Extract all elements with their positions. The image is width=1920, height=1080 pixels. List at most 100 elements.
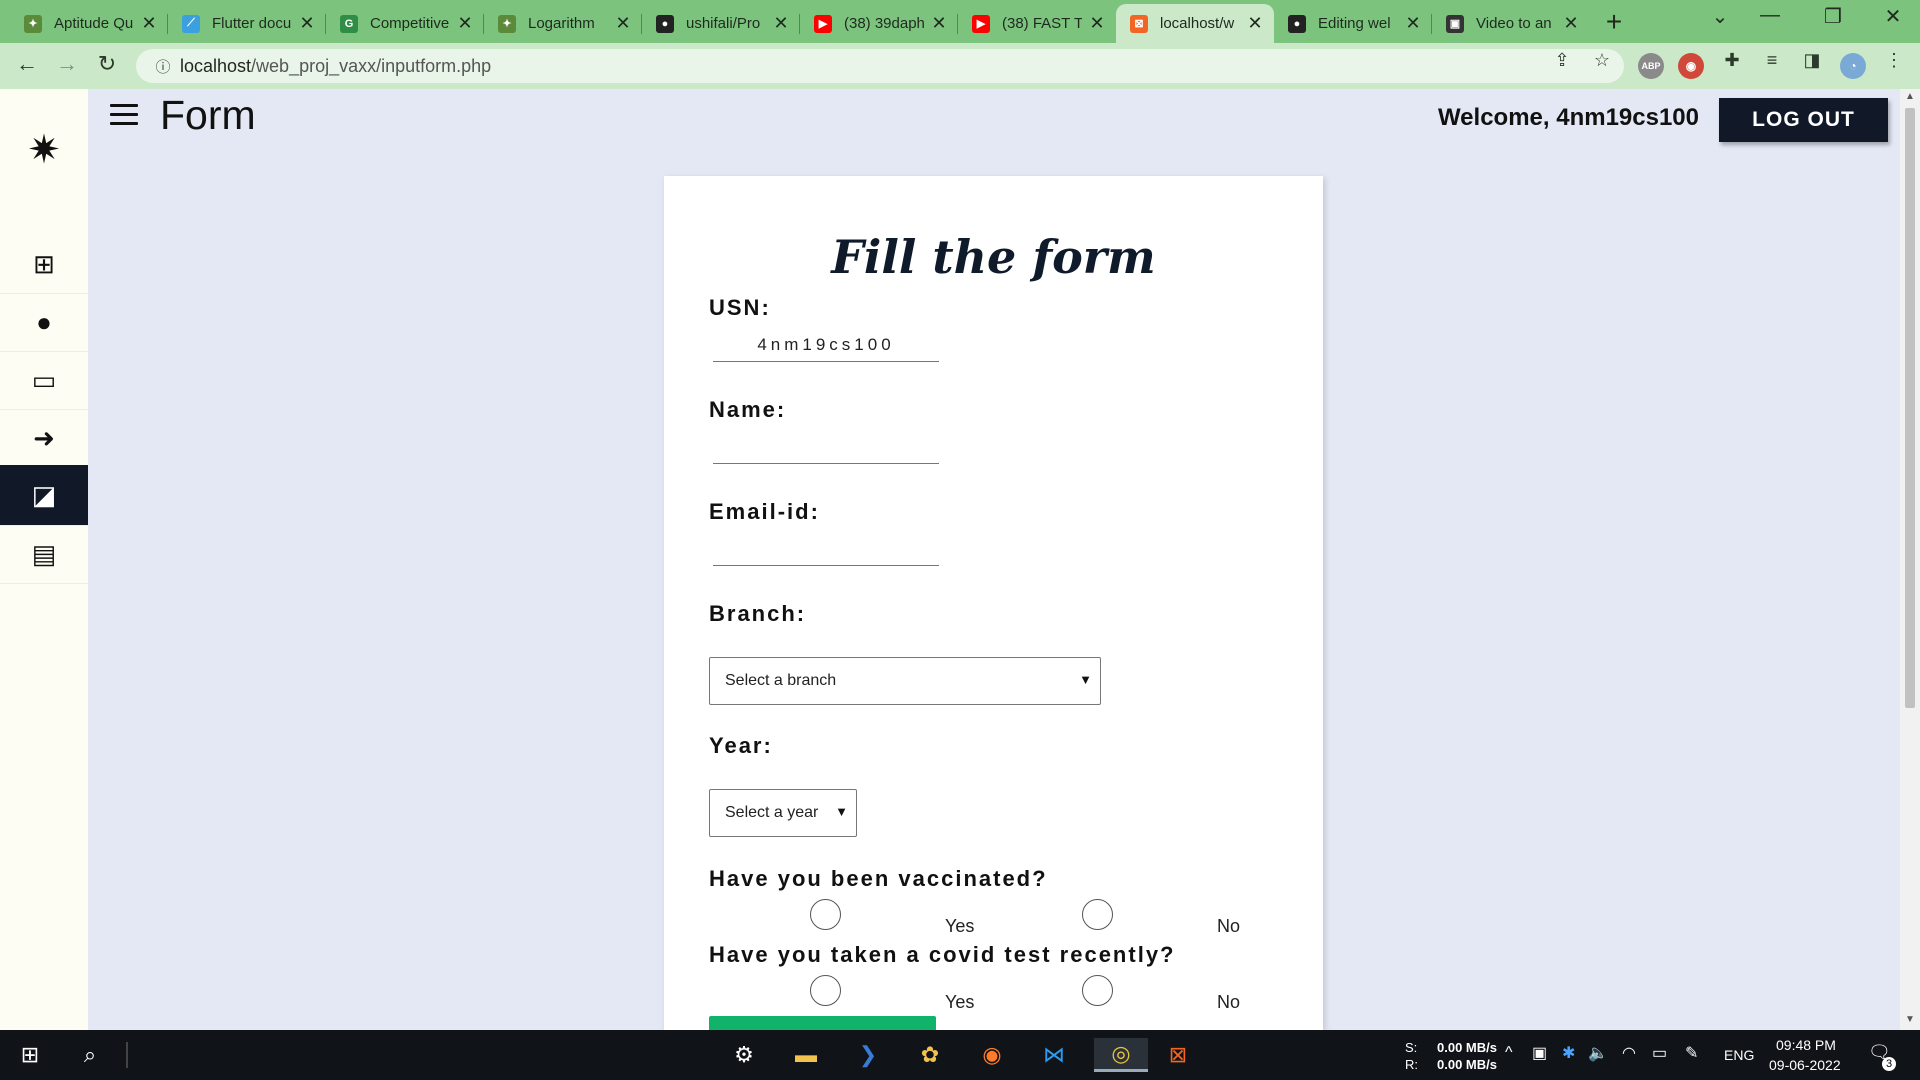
hamburger-menu-icon[interactable] [110, 104, 138, 131]
year-selected-value: Select a year [725, 804, 819, 821]
clock-date[interactable]: 09-06-2022 [1769, 1057, 1841, 1073]
settings-gear-icon[interactable]: ⚙ [722, 1038, 766, 1072]
chrome-icon[interactable]: ◎ [1094, 1038, 1148, 1072]
clock-time[interactable]: 09:48 PM [1776, 1037, 1836, 1053]
year-label: Year: [709, 733, 773, 758]
forward-arrow-icon[interactable]: → [52, 51, 82, 77]
wifi-icon[interactable]: ◠ [1622, 1043, 1636, 1063]
tab-title: (38) 39daph [844, 15, 924, 32]
xampp-taskbar-icon[interactable]: ⊠ [1156, 1038, 1200, 1072]
email-label: Email-id: [709, 499, 820, 524]
window-close-icon[interactable]: ✕ [1873, 4, 1913, 29]
windows-taskbar: ⊞ ⌕ ⚙ ▬ ❯ ✿ ◉ ⋈ ◎ ⊠ S: R: 0.00 MB/s 0.00… [0, 1030, 1920, 1080]
gear-logo-icon[interactable]: ✷ [22, 127, 66, 173]
form-title: Fill the form [831, 230, 1156, 284]
sidebar: ✷ ⊞ ● ▭ ➜ ◪ ▤ [0, 89, 88, 1030]
browser-tab[interactable]: ● ushifali/Pro ✕ [642, 4, 800, 43]
bluetooth-icon[interactable]: ✱ [1562, 1043, 1575, 1063]
bookmark-star-icon[interactable]: ☆ [1588, 50, 1616, 71]
chevron-down-icon: ▼ [1079, 672, 1092, 687]
firefox-icon[interactable]: ◉ [970, 1038, 1014, 1072]
windows-start-icon[interactable]: ⊞ [8, 1038, 52, 1072]
browser-tab[interactable]: ▶ (38) FAST Tr ✕ [958, 4, 1116, 43]
profile-avatar[interactable]: ◔ [1840, 53, 1866, 79]
chevron-up-icon[interactable]: ^ [1505, 1044, 1513, 1062]
tab-search-chevron-icon[interactable]: ⌄ [1700, 4, 1740, 29]
name-input[interactable] [713, 430, 939, 464]
scrollbar-thumb[interactable] [1905, 108, 1915, 708]
welcome-message: Welcome, 4nm19cs100 [1437, 104, 1699, 131]
net-send-speed: 0.00 MB/s [1437, 1040, 1497, 1055]
reload-icon[interactable]: ↻ [92, 51, 122, 77]
usn-label: USN: [709, 295, 771, 320]
new-tab-plus-icon[interactable]: + [1598, 6, 1630, 38]
vaccinated-no-radio[interactable] [1082, 899, 1113, 930]
close-icon[interactable]: ✕ [1404, 13, 1422, 34]
close-icon[interactable]: ✕ [1088, 13, 1106, 34]
branch-select[interactable]: Select a branch ▼ [709, 657, 1101, 705]
logout-button[interactable]: LOG OUT [1719, 98, 1888, 142]
restore-icon[interactable]: ❐ [1813, 4, 1853, 29]
net-send-label: S: [1405, 1040, 1418, 1055]
page-title: Form [160, 92, 256, 138]
form-card: Fill the form USN: 4nm19cs100 Name: Emai… [664, 176, 1323, 1030]
powershell-icon[interactable]: ❯ [846, 1038, 890, 1072]
scroll-down-arrow-icon[interactable]: ▼ [1900, 1014, 1920, 1025]
search-icon[interactable]: ⌕ [68, 1038, 112, 1072]
scroll-up-arrow-icon[interactable]: ▲ [1900, 91, 1920, 102]
app-bee-icon[interactable]: ✿ [908, 1038, 952, 1072]
browser-tab[interactable]: ✦ Logarithm ✕ [484, 4, 642, 43]
side-panel-icon[interactable]: ◨ [1798, 50, 1826, 71]
tray-app-icon[interactable]: ▣ [1532, 1043, 1547, 1063]
browser-tab-active[interactable]: ⊠ localhost/w ✕ [1116, 4, 1274, 43]
close-icon[interactable]: ✕ [772, 13, 790, 34]
volume-icon[interactable]: 🔈 [1588, 1043, 1608, 1063]
covid-test-no-radio[interactable] [1082, 975, 1113, 1006]
browser-tab[interactable]: ▣ Video to an ✕ [1432, 4, 1590, 43]
vaccinated-yes-radio[interactable] [810, 899, 841, 930]
close-icon[interactable]: ✕ [930, 13, 948, 34]
leaf-icon: ✦ [498, 14, 516, 33]
address-bar[interactable]: ⓘ localhost/web_proj_vaxx/inputform.php [136, 49, 1624, 83]
sidebar-item-sign-in[interactable]: ➜ [0, 409, 88, 468]
close-icon[interactable]: ✕ [140, 13, 158, 34]
sidebar-item-laptop[interactable]: ▭ [0, 351, 88, 410]
adblock-extension-icon[interactable]: ABP [1638, 53, 1664, 79]
net-recv-label: R: [1405, 1057, 1418, 1072]
browser-tab[interactable]: ✦ Aptitude Qu ✕ [10, 4, 168, 43]
covid-test-question: Have you taken a covid test recently? [709, 942, 1176, 967]
sidebar-item-dashboard[interactable]: ⊞ [0, 235, 88, 294]
close-icon[interactable]: ✕ [1246, 13, 1264, 34]
site-info-icon[interactable]: ⓘ [146, 56, 180, 77]
email-input[interactable] [713, 532, 939, 566]
extension-icon[interactable]: ◉ [1678, 53, 1704, 79]
extensions-puzzle-icon[interactable]: ✚ [1718, 50, 1746, 71]
pen-icon[interactable]: ✎ [1685, 1043, 1698, 1063]
reading-list-icon[interactable]: ≡ [1758, 50, 1786, 71]
sidebar-item-form[interactable]: ◪ [0, 465, 88, 526]
browser-tab[interactable]: ⟋ Flutter docu ✕ [168, 4, 326, 43]
close-icon[interactable]: ✕ [456, 13, 474, 34]
gfg-icon: G [340, 14, 358, 33]
close-icon[interactable]: ✕ [1562, 13, 1580, 34]
browser-tab[interactable]: ▶ (38) 39daph ✕ [800, 4, 958, 43]
submit-button[interactable] [709, 1016, 936, 1030]
browser-tab[interactable]: G Competitive ✕ [326, 4, 484, 43]
vscode-icon[interactable]: ⋈ [1032, 1038, 1076, 1072]
chrome-menu-icon[interactable]: ⋮ [1880, 50, 1908, 71]
browser-tab[interactable]: ● Editing wel ✕ [1274, 4, 1432, 43]
minimize-icon[interactable]: — [1750, 4, 1790, 27]
close-icon[interactable]: ✕ [614, 13, 632, 34]
language-indicator[interactable]: ENG [1724, 1047, 1754, 1063]
sidebar-item-profile[interactable]: ● [0, 293, 88, 352]
year-select[interactable]: Select a year ▼ [709, 789, 857, 837]
file-explorer-icon[interactable]: ▬ [784, 1038, 828, 1072]
share-icon[interactable]: ⇪ [1548, 50, 1576, 71]
battery-icon[interactable]: ▭ [1652, 1043, 1667, 1063]
usn-input[interactable]: 4nm19cs100 [713, 328, 939, 362]
back-arrow-icon[interactable]: ← [12, 51, 42, 77]
covid-test-yes-radio[interactable] [810, 975, 841, 1006]
video-icon: ▣ [1446, 14, 1464, 33]
sidebar-item-contacts[interactable]: ▤ [0, 525, 88, 584]
close-icon[interactable]: ✕ [298, 13, 316, 34]
